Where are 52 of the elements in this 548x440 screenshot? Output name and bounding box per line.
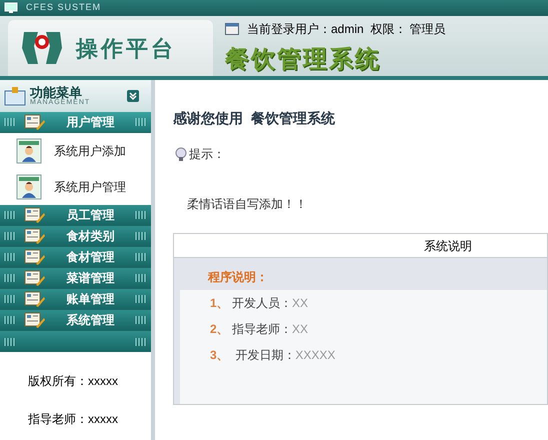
system-name: CFES SUSTEM	[26, 1, 102, 14]
menu-group[interactable]: 账单管理	[0, 289, 151, 310]
footer-text: 版权所有：xxxxx	[28, 373, 119, 390]
grip-lines-icon	[4, 295, 16, 303]
tip-text: 柔情话语自写添加！！	[187, 196, 308, 213]
menu-group[interactable]: 食材管理	[0, 247, 151, 268]
menu-group[interactable]: 菜谱管理	[0, 268, 151, 289]
collapse-icon[interactable]	[127, 90, 139, 102]
grip-lines-icon	[4, 274, 16, 282]
grip-lines-icon	[4, 253, 16, 261]
menu-title: 功能菜单	[30, 86, 82, 99]
menu-group[interactable]: 员工管理	[0, 205, 151, 226]
grip-lines-icon	[135, 211, 147, 219]
window-icon	[225, 23, 239, 35]
grip-lines-icon	[135, 295, 147, 303]
user-card-icon	[16, 174, 42, 200]
board-icon	[4, 86, 26, 106]
grip-lines-icon	[4, 316, 16, 324]
section-title: 程序说明：	[208, 269, 269, 286]
grip-lines-icon	[135, 316, 147, 324]
grip-lines-icon	[135, 118, 147, 126]
info-line: 2、 指导老师：XX	[210, 321, 310, 338]
notepad-pencil-icon	[24, 291, 46, 307]
grip-lines-icon	[135, 253, 147, 261]
welcome-heading: 感谢您使用 餐饮管理系统	[173, 109, 336, 128]
menu-group[interactable]: 用户管理	[0, 112, 151, 133]
grip-lines-icon	[135, 274, 147, 282]
grip-lines-icon	[135, 232, 147, 240]
notepad-pencil-icon	[24, 270, 46, 286]
platform-title: 操作平台	[76, 34, 176, 62]
menu-group[interactable]: 食材类别	[0, 226, 151, 247]
grip-lines-icon	[4, 232, 16, 240]
grip-lines-icon	[4, 211, 16, 219]
notepad-pencil-icon	[24, 312, 46, 328]
login-info: 当前登录用户：admin 权限： 管理员	[247, 21, 446, 38]
info-line: 3、 开发日期：XXXXX	[210, 347, 336, 364]
notepad-pencil-icon	[24, 207, 46, 223]
grip-lines-icon	[4, 118, 16, 126]
footer-text: 指导老师：xxxxx	[28, 411, 119, 428]
panel-title: 系统说明	[424, 238, 472, 254]
info-line: 1、 开发人员：XX	[210, 295, 310, 312]
grip-lines-icon	[4, 338, 16, 346]
notepad-pencil-icon	[24, 228, 46, 244]
notepad-pencil-icon	[24, 249, 46, 265]
grip-lines-icon	[135, 338, 147, 346]
app-title: 餐饮管理系统	[225, 45, 382, 75]
monitor-icon	[4, 2, 18, 14]
user-card-icon	[16, 138, 42, 164]
notepad-pencil-icon	[24, 114, 46, 130]
menu-group[interactable]: 系统管理	[0, 310, 151, 331]
lightbulb-icon	[175, 146, 187, 162]
tip-label: 提示：	[189, 146, 225, 163]
